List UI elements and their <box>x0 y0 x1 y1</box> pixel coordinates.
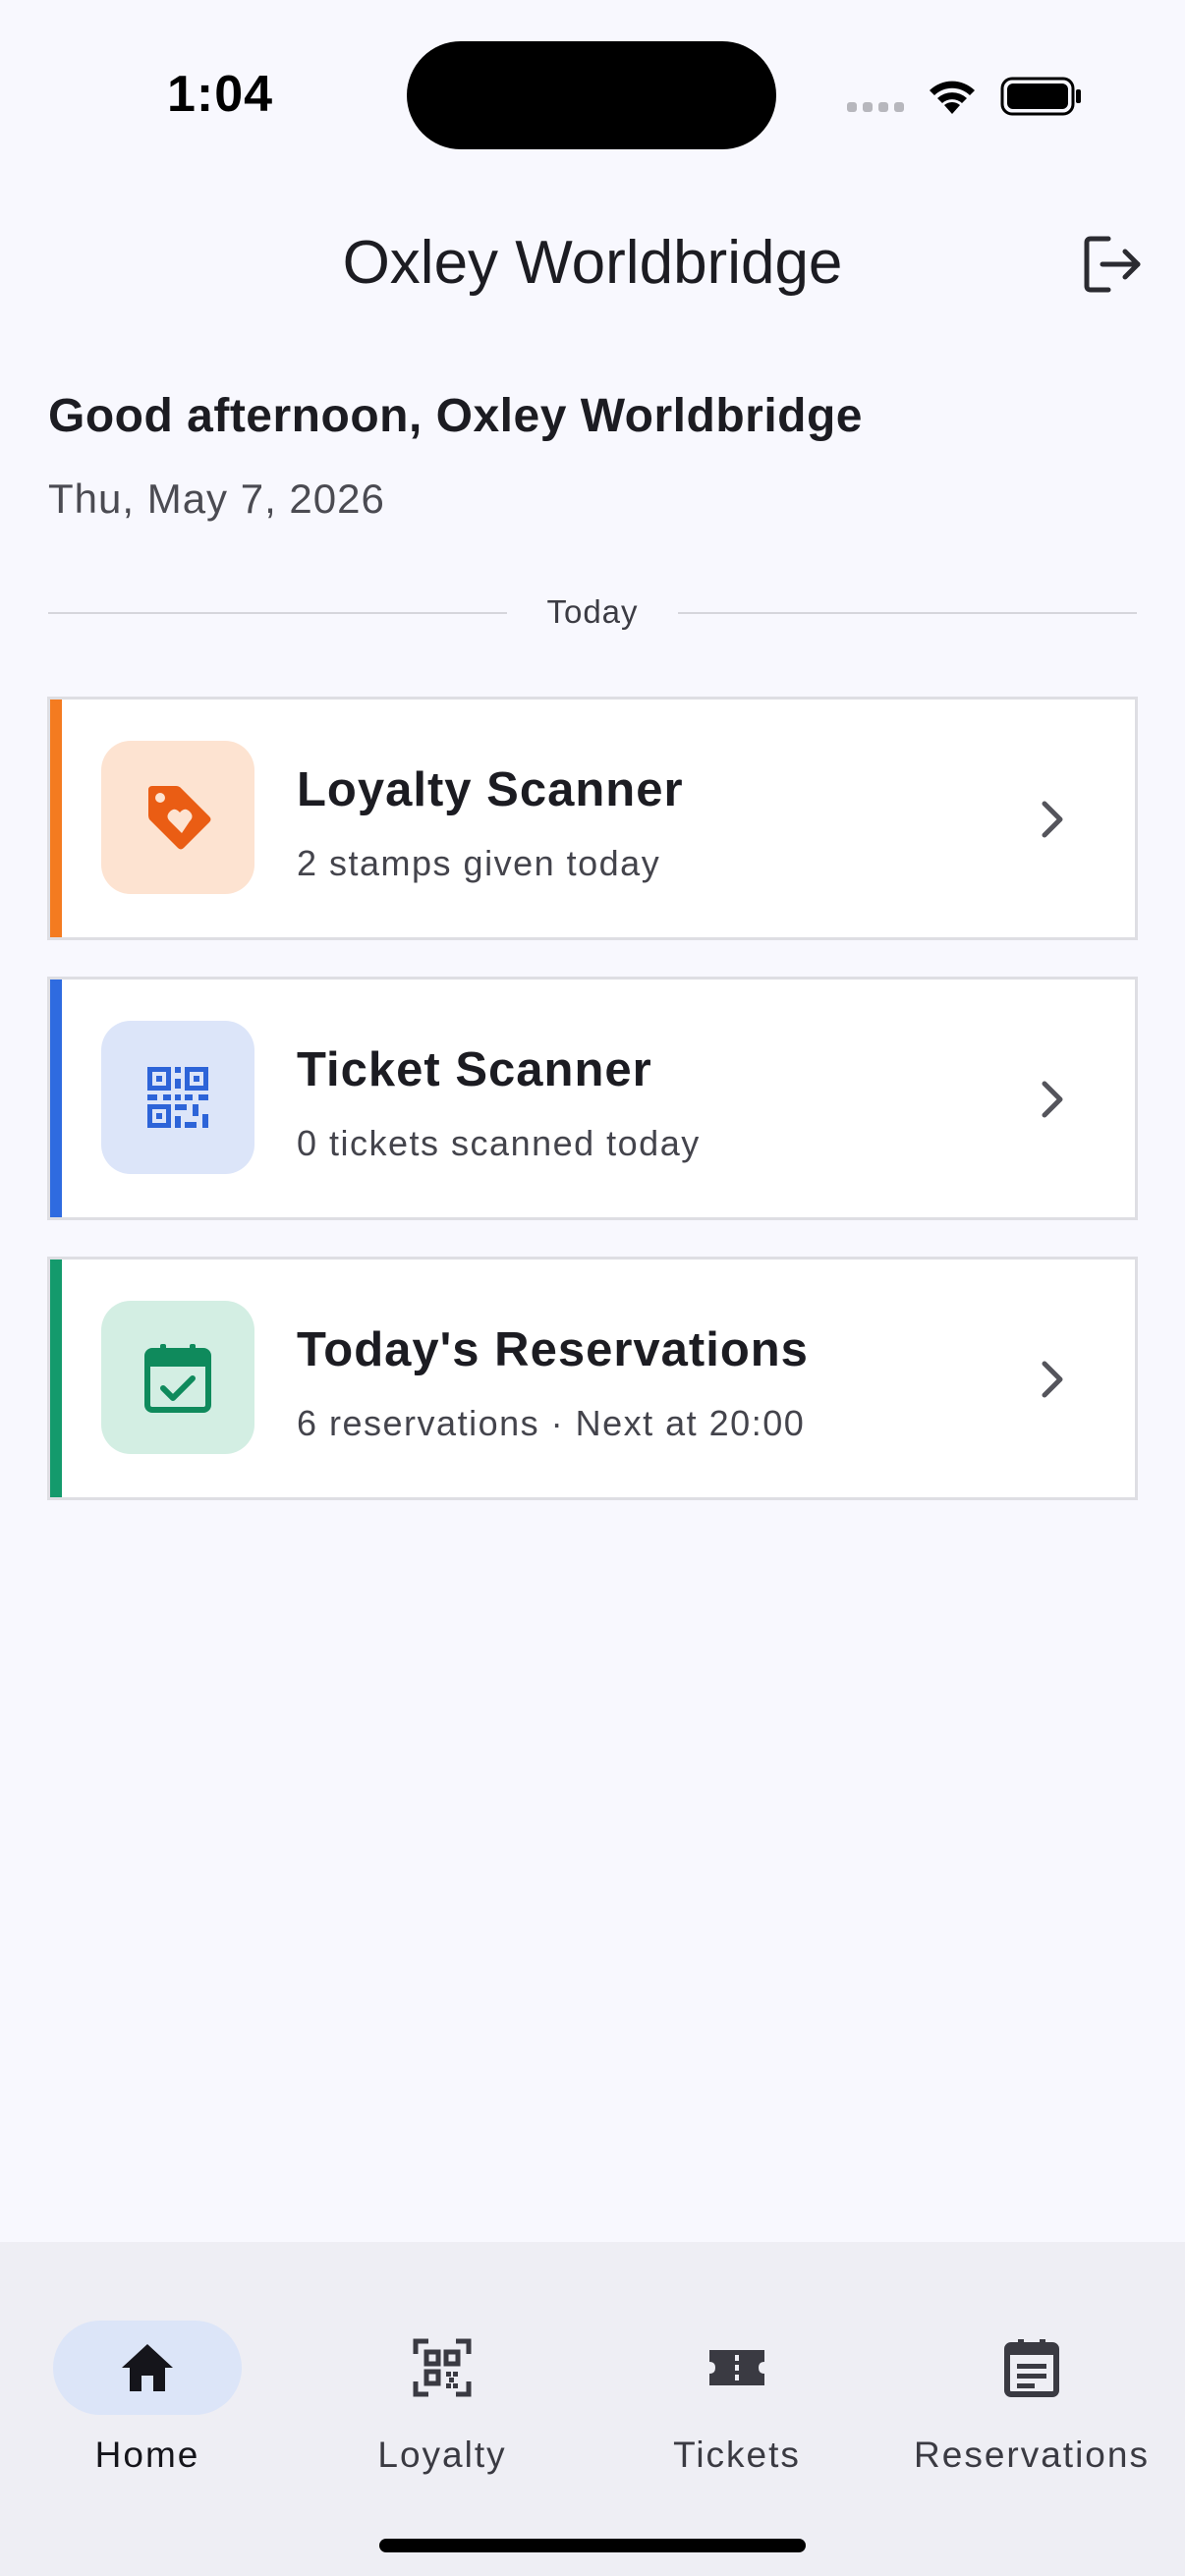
nav-item-tickets[interactable]: Tickets <box>590 2281 884 2475</box>
qr-code-icon <box>147 1067 208 1128</box>
nav-item-reservations[interactable]: Reservations <box>884 2281 1179 2475</box>
page-title: Oxley Worldbridge <box>342 229 843 297</box>
calendar-check-icon <box>144 1344 211 1413</box>
nav-item-home[interactable]: Home <box>0 2281 295 2475</box>
reservations-icon <box>1004 2339 1059 2397</box>
nav-label: Tickets <box>673 2435 801 2475</box>
card-title: Loyalty Scanner <box>297 763 684 816</box>
nav-label: Reservations <box>914 2435 1150 2475</box>
card-title: Today's Reservations <box>297 1323 809 1376</box>
chevron-right-icon <box>1042 1361 1063 1398</box>
card-subtitle: 2 stamps given today <box>297 843 661 883</box>
card-accent <box>50 700 62 937</box>
ticket-scanner-card[interactable]: Ticket Scanner 0 tickets scanned today <box>47 977 1138 1220</box>
date-text: Thu, May 7, 2026 <box>48 476 385 522</box>
todays-reservations-card[interactable]: Today's Reservations 6 reservations · Ne… <box>47 1257 1138 1500</box>
home-icon <box>122 2344 173 2391</box>
home-indicator <box>379 2539 806 2552</box>
card-icon-tile <box>101 1301 254 1454</box>
bottom-navigation: Home Loyalty Tickets Reservations <box>0 2242 1185 2576</box>
card-icon-tile <box>101 741 254 894</box>
tag-heart-icon <box>148 786 211 850</box>
divider-right <box>678 612 1137 614</box>
card-accent <box>50 1260 62 1497</box>
card-accent <box>50 980 62 1217</box>
battery-icon <box>1000 77 1081 116</box>
ticket-icon <box>709 2350 764 2385</box>
card-title: Ticket Scanner <box>297 1043 652 1096</box>
loyalty-scanner-card[interactable]: Loyalty Scanner 2 stamps given today <box>47 697 1138 940</box>
nav-item-loyalty[interactable]: Loyalty <box>295 2281 590 2475</box>
status-bar: 1:04 <box>0 0 1185 196</box>
qr-scan-icon <box>413 2338 472 2397</box>
divider-left <box>48 612 507 614</box>
logout-icon <box>1084 236 1141 292</box>
cellular-signal-icon <box>847 102 904 112</box>
greeting-text: Good afternoon, Oxley Worldbridge <box>48 390 863 442</box>
wifi-icon <box>930 81 975 114</box>
logout-button[interactable] <box>1079 234 1148 297</box>
nav-label: Loyalty <box>377 2435 507 2475</box>
card-subtitle: 6 reservations · Next at 20:00 <box>297 1403 806 1443</box>
section-label: Today <box>546 593 639 630</box>
status-time: 1:04 <box>167 66 274 123</box>
nav-label: Home <box>94 2435 200 2475</box>
card-subtitle: 0 tickets scanned today <box>297 1123 701 1163</box>
card-icon-tile <box>101 1021 254 1174</box>
dynamic-island <box>407 41 776 149</box>
chevron-right-icon <box>1042 1081 1063 1118</box>
chevron-right-icon <box>1042 801 1063 838</box>
